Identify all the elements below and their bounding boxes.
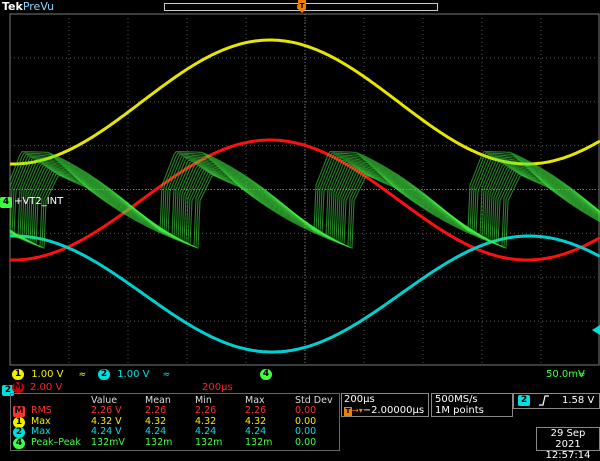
rising-edge-icon [539,395,549,406]
ch1-badge: 1 [12,369,24,380]
measurement-cell: 4.32 [245,415,267,427]
trigger-level: 1.58 V [562,395,595,406]
horizontal-scale: 200µs [344,394,375,405]
trigger-marker-icon: T [344,407,352,416]
time: 12:57:14 [545,450,591,461]
measurement-cell: 0.00 [295,415,317,427]
acquisition-panel[interactable]: 500MS/s 1M points [431,393,513,417]
measurement-cell: 2.26 [245,405,267,416]
date: 29 Sep 2021 [550,428,586,450]
measurement-cell: 132mV [91,436,125,448]
measurement-cell: 4.24 [245,426,267,437]
trigger-source-badge: 2 [518,395,530,406]
oscilloscope-screen: TekPreVu T 4 +VT2_INT 2 1 1.00 V ≈ 2 1.0… [0,0,600,461]
measurement-name: Peak–Peak [31,436,81,448]
delay-value: −2.00000µs [362,405,425,416]
measurement-cell: 0.00 [295,405,317,416]
measurement-name: Max [31,415,51,427]
measurement-cell: 0.00 [295,426,317,437]
measurement-cell: 2.26 [195,405,217,416]
measurement-source-badge: 2 [13,427,25,438]
measurement-cell: 4.24 [145,426,167,437]
measurement-cell: 0.00 [295,436,317,448]
measurement-row: M RMS 2.26 V 2.26 2.26 2.26 0.00 [11,405,339,417]
ch2-badge: 2 [98,369,110,380]
measurement-row: 4 Peak–Peak 132mV 132m 132m 132m 0.00 [11,436,339,449]
math-badge: M [12,382,24,393]
measurement-cell: 4.32 [195,415,217,427]
measurement-table: Value Mean Min Max Std Dev M RMS 2.26 V 2.2… [10,393,340,451]
horizontal-delay: T →▾−2.00000µs [344,405,424,416]
ch4-status[interactable]: 4 50.0mV ≈ [260,369,598,381]
measurement-source-badge: 4 [13,437,25,449]
measurement-cell: 4.32 V [91,415,122,427]
measurement-name: Max [31,426,51,437]
measurement-source-badge: 1 [13,416,25,428]
channel-label: +VT2_INT [14,196,64,207]
measurement-source-badge: M [13,406,25,417]
measurement-cell: 132m [145,436,173,448]
timebase-panel[interactable]: 200µs T →▾−2.00000µs [341,393,429,417]
sample-rate: 500MS/s [435,394,478,405]
measurement-cell: 2.26 [145,405,167,416]
trigger-panel[interactable]: 2 1.58 V [513,393,600,409]
measurement-cell: 4.24 V [91,426,122,437]
trigger-level-marker [592,325,600,335]
channel-status-bar: 1 1.00 V ≈ 2 1.00 V ≈ 4 50.0mV ≈ [0,367,600,383]
measurement-row: 2 Max 4.24 V 4.24 4.24 4.24 0.00 [11,426,339,438]
date-time-display: 29 Sep 2021 12:57:14 [536,427,600,461]
ch4-ground-marker[interactable]: 4 [0,197,12,208]
measurement-cell: 4.24 [195,426,217,437]
measurement-row: 1 Max 4.32 V 4.32 4.32 4.32 0.00 [11,415,339,428]
ch1-bandwidth-icon: ≈ [78,370,87,380]
ch2-bandwidth-icon: ≈ [162,370,171,380]
measurement-cell: 132m [195,436,223,448]
measurement-cell: 132m [245,436,273,448]
ch2-scale: 1.00 V [117,369,150,380]
measurement-cell: 4.32 [145,415,167,427]
delay-arrow-icon: →▾ [352,406,363,415]
ch1-scale: 1.00 V [31,369,64,380]
ch2-status[interactable]: 2 1.00 V ≈ [98,369,198,381]
measurement-header: Value Mean Min Max Std Dev [11,396,339,406]
measurement-cell: 2.26 V [91,405,122,416]
ch4-bandwidth-icon: ≈ [578,370,586,380]
record-length: 1M points [435,405,484,416]
ch4-badge: 4 [260,369,272,380]
measurement-name: RMS [31,405,52,416]
